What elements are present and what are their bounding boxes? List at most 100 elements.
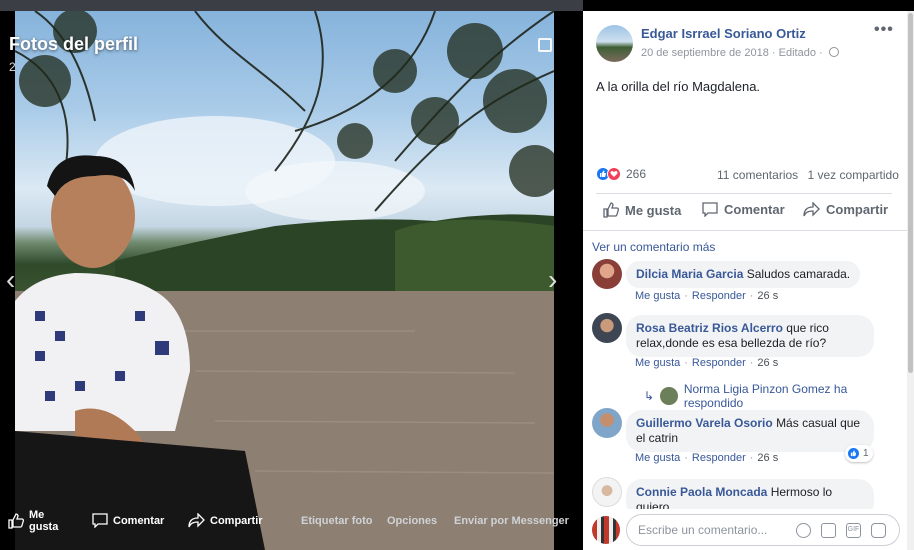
- post-share-label: Compartir: [826, 202, 889, 217]
- comment-text: Saludos camarada.: [746, 267, 851, 281]
- viewer-share-label: Compartir: [210, 514, 263, 527]
- dot: ·: [749, 357, 754, 369]
- viewer-like-button[interactable]: Me gusta: [8, 509, 63, 533]
- panel-scrollbar[interactable]: [907, 11, 914, 550]
- dot: ·: [749, 452, 754, 464]
- meta-separator: ·: [819, 47, 826, 59]
- emoji-icon[interactable]: [796, 523, 811, 538]
- comment-bubble: Guillermo Varela Osorio Más casual que e…: [626, 410, 874, 452]
- tag-photo-button[interactable]: Etiquetar foto: [301, 515, 373, 527]
- reply-note-text: Norma Ligia Pinzon Gomez ha respondido: [683, 382, 848, 410]
- browser-top-strip: [0, 0, 583, 11]
- reply-avatar: [660, 387, 678, 405]
- commenter-avatar[interactable]: [592, 259, 622, 289]
- profile-photo[interactable]: [15, 11, 554, 550]
- comment-text-line-1: Más casual que: [776, 416, 861, 430]
- post-counts: 11 comentarios 1 vez compartido: [717, 168, 899, 182]
- author-avatar[interactable]: [596, 25, 633, 62]
- commenter-avatar[interactable]: [592, 313, 622, 343]
- sticker-icon[interactable]: [871, 523, 886, 538]
- options-button[interactable]: Opciones: [387, 515, 437, 527]
- thumbs-up-icon: [603, 202, 619, 218]
- post-text: A la orilla del río Magdalena.: [596, 79, 761, 94]
- viewer-comment-label: Comentar: [113, 514, 165, 527]
- thumbs-up-icon: [8, 513, 24, 529]
- meta-separator: ·: [771, 47, 779, 59]
- comment-composer: Escribe un comentario... GIF: [583, 509, 907, 550]
- dot: ·: [684, 357, 688, 369]
- photo-viewer: Fotos del perfil 2 ‹ › Me gusta Comentar…: [0, 0, 583, 550]
- facebook-photo-viewer: Fotos del perfil 2 ‹ › Me gusta Comentar…: [0, 0, 914, 550]
- reply-indicator[interactable]: ↳ Norma Ligia Pinzon Gomez ha respondido: [644, 382, 907, 410]
- photo-count: 2: [9, 60, 16, 74]
- comment-like-badge[interactable]: 1: [845, 445, 873, 462]
- comment-bubble: Rosa Beatriz Rios Alcerro que rico relax…: [626, 315, 874, 357]
- gif-icon[interactable]: GIF: [846, 523, 861, 538]
- post-meta: 20 de septiembre de 2018 · Editado ·: [641, 47, 839, 59]
- comment-text-line-1: que rico: [786, 321, 829, 335]
- send-messenger-button[interactable]: Enviar por Messenger: [454, 515, 569, 527]
- post-panel: Edgar Isrrael Soriano Ortiz 20 de septie…: [583, 11, 907, 550]
- comment-time[interactable]: 26 s: [757, 357, 778, 369]
- comment-actions: Me gusta · Responder · 26 s: [635, 290, 778, 302]
- post-like-label: Me gusta: [625, 202, 682, 218]
- author-name[interactable]: Edgar Isrrael Soriano Ortiz: [641, 26, 806, 41]
- comment-author[interactable]: Connie Paola Moncada: [636, 485, 767, 499]
- post-share-button[interactable]: Compartir: [803, 202, 888, 217]
- viewer-title: Fotos del perfil: [9, 34, 139, 54]
- comment-input-placeholder: Escribe un comentario...: [638, 523, 768, 537]
- love-reaction-icon: [607, 167, 621, 181]
- dot: ·: [684, 290, 688, 302]
- comment-icon: [92, 513, 108, 528]
- more-icon[interactable]: •••: [874, 21, 894, 39]
- shares-count[interactable]: 1 vez compartido: [808, 168, 899, 182]
- comment-like-link[interactable]: Me gusta: [635, 452, 680, 464]
- comment-bubble: Dilcia Maria Garcia Saludos camarada.: [626, 261, 861, 288]
- chevron-left-icon[interactable]: ‹: [6, 266, 15, 294]
- comment-text-line-2: relax,donde es esa bellezda de río?: [636, 336, 827, 350]
- camera-icon[interactable]: [821, 523, 836, 538]
- comment-reply-link[interactable]: Responder: [692, 452, 746, 464]
- share-icon: [803, 202, 820, 217]
- divider: [583, 230, 907, 231]
- comment-icon: [702, 202, 718, 217]
- comment-time[interactable]: 26 s: [757, 452, 778, 464]
- comment-text-line-2: el catrin: [636, 431, 679, 445]
- divider: [596, 193, 892, 194]
- viewer-action-bar: Me gusta Comentar Compartir Etiquetar fo…: [0, 500, 583, 550]
- reply-arrow-icon: ↳: [644, 389, 655, 403]
- comment-like-count: 1: [863, 448, 869, 459]
- globe-icon: [828, 47, 839, 57]
- expand-icon[interactable]: [538, 38, 552, 52]
- scrollbar-thumb[interactable]: [908, 13, 913, 373]
- view-more-comments-link[interactable]: Ver un comentario más: [592, 240, 715, 254]
- reaction-count: 266: [626, 167, 647, 181]
- comment-like-link[interactable]: Me gusta: [635, 357, 680, 369]
- commenter-avatar[interactable]: [592, 408, 622, 438]
- comment-reply-link[interactable]: Responder: [692, 290, 746, 302]
- comment-like-link[interactable]: Me gusta: [635, 290, 680, 302]
- commenter-avatar[interactable]: [592, 477, 622, 507]
- comment-reply-link[interactable]: Responder: [692, 357, 746, 369]
- viewer-share-button[interactable]: Compartir: [188, 513, 263, 528]
- comment-input[interactable]: Escribe un comentario... GIF: [626, 514, 900, 546]
- comments-count[interactable]: 11 comentarios: [717, 168, 798, 182]
- current-user-avatar[interactable]: [592, 516, 620, 544]
- viewer-comment-button[interactable]: Comentar: [92, 513, 164, 528]
- reaction-summary[interactable]: 266: [596, 167, 646, 181]
- chevron-right-icon[interactable]: ›: [548, 266, 557, 294]
- comment-author[interactable]: Rosa Beatriz Rios Alcerro: [636, 321, 783, 335]
- post-comment-button[interactable]: Comentar: [702, 202, 785, 217]
- comment-author[interactable]: Guillermo Varela Osorio: [636, 416, 773, 430]
- comment-actions: Me gusta · Responder · 26 s: [635, 452, 778, 464]
- post-date[interactable]: 20 de septiembre de 2018: [641, 47, 769, 59]
- comment-author[interactable]: Dilcia Maria Garcia: [636, 267, 743, 281]
- viewer-like-label: Me gusta: [29, 509, 59, 533]
- dot: ·: [749, 290, 754, 302]
- like-reaction-icon: [847, 447, 860, 460]
- post-like-button[interactable]: Me gusta: [603, 202, 681, 218]
- comment-actions: Me gusta · Responder · 26 s: [635, 357, 778, 369]
- dot: ·: [684, 452, 688, 464]
- edited-label[interactable]: Editado: [779, 47, 816, 59]
- comment-time[interactable]: 26 s: [757, 290, 778, 302]
